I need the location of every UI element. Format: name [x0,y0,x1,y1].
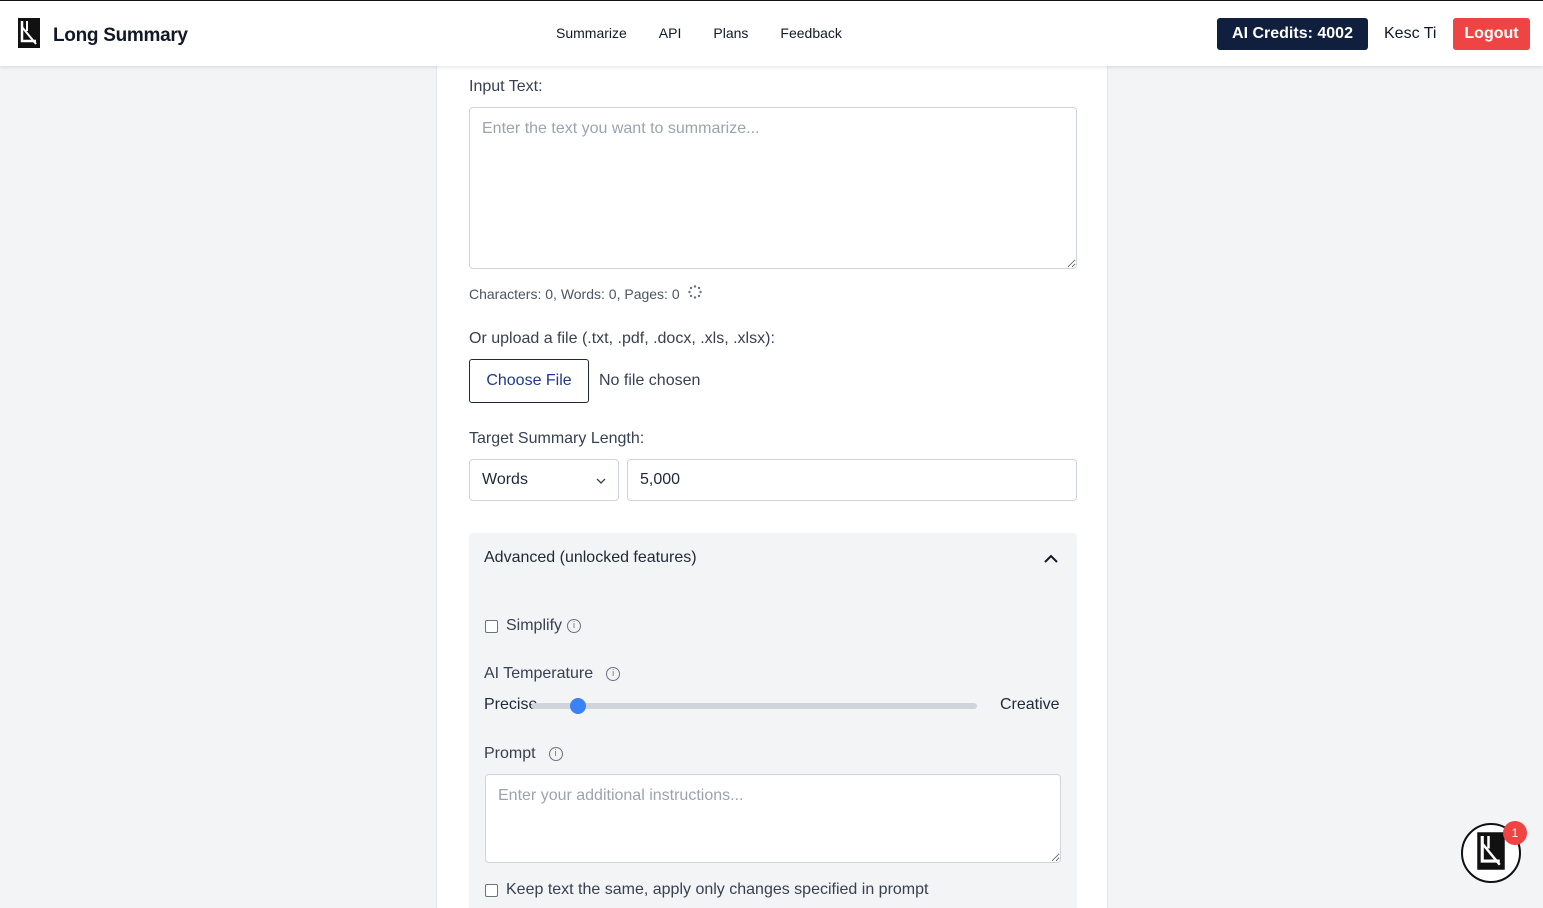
logout-button[interactable]: Logout [1453,18,1530,50]
creative-label: Creative [1000,696,1060,713]
length-unit-value: Words [482,471,528,488]
temperature-label: AI Temperature [484,665,594,682]
loading-spinner-icon [687,285,702,302]
temperature-slider[interactable] [531,698,977,714]
info-icon[interactable]: i [567,619,582,633]
brand-name: Long Summary [53,24,188,46]
brand[interactable]: Long Summary [17,17,188,54]
slider-handle[interactable] [569,698,586,714]
user-name[interactable]: Kesc Ti [1384,25,1436,43]
info-icon[interactable]: i [606,667,621,681]
prompt-textarea[interactable] [485,774,1061,863]
nav-feedback[interactable]: Feedback [780,25,841,41]
precise-label: Precise [484,696,538,713]
text-counts: Characters: 0, Words: 0, Pages: 0 [469,285,702,302]
nav-plans[interactable]: Plans [713,25,748,41]
keep-text-row: Keep text the same, apply only changes s… [485,881,928,899]
input-text-area[interactable] [469,107,1077,269]
top-header: Long Summary Summarize API Plans Feedbac… [0,0,1543,66]
info-icon[interactable]: i [548,747,563,761]
logo-icon [17,17,41,54]
ai-credits-badge[interactable]: AI Credits: 4002 [1217,18,1368,50]
length-unit-select[interactable]: Words [469,459,619,501]
prompt-label-row: Prompt i [484,745,563,763]
nav-api[interactable]: API [659,25,682,41]
target-length-label: Target Summary Length: [469,430,645,447]
keep-text-checkbox[interactable] [485,883,498,897]
keep-text-label: Keep text the same, apply only changes s… [506,881,929,898]
notification-badge: 1 [1503,821,1527,845]
simplify-checkbox[interactable] [485,619,498,633]
chevron-up-icon[interactable] [1041,549,1061,569]
upload-label: Or upload a file (.txt, .pdf, .docx, .xl… [469,330,775,347]
simplify-label: Simplify [506,617,563,634]
nav-summarize[interactable]: Summarize [556,25,627,41]
advanced-panel: Advanced (unlocked features) Simplify i … [469,533,1077,908]
prompt-label: Prompt [484,745,536,762]
summarize-form: Input Text: Characters: 0, Words: 0, Pag… [436,66,1108,908]
target-length-input[interactable] [627,459,1077,501]
simplify-row: Simplify i [485,617,582,635]
input-text-label: Input Text: [469,78,543,95]
chevron-down-icon [596,471,606,489]
advanced-title[interactable]: Advanced (unlocked features) [484,549,697,567]
main-nav: Summarize API Plans Feedback [556,25,842,41]
choose-file-button[interactable]: Choose File [469,359,589,403]
temperature-label-row: AI Temperature i [484,665,621,683]
counts-text: Characters: 0, Words: 0, Pages: 0 [469,285,680,302]
no-file-text: No file chosen [599,372,701,389]
